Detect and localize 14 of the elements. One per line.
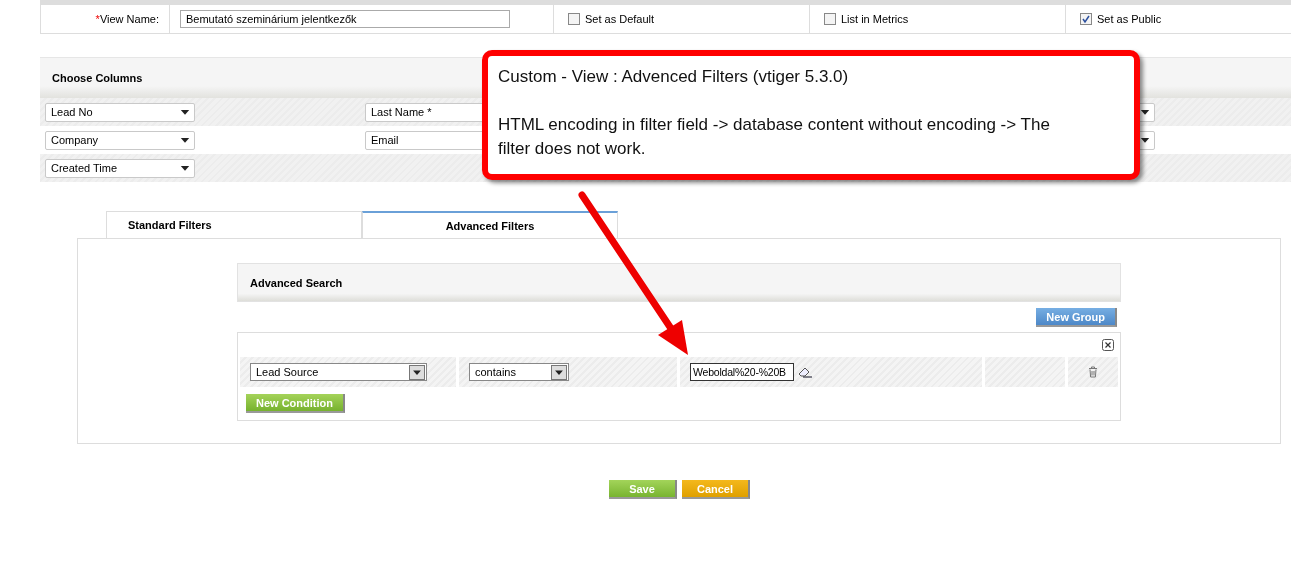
section-title: Advanced Search (249, 276, 343, 289)
select-value: Lead No (50, 106, 94, 118)
select-value: Email (370, 134, 400, 146)
checkbox-label: Set as Default (585, 13, 655, 25)
callout-title: Custom - View : Advenced Filters (vtiger 5.3.0) (498, 66, 850, 88)
select-value: Last Name * (370, 106, 433, 118)
checkbox-label: Set as Public (1097, 13, 1162, 25)
section-title: Choose Columns (51, 72, 143, 84)
checkbox-label: List in Metrics (841, 13, 909, 25)
select-value: contains (474, 366, 517, 378)
select-value: Created Time (50, 162, 119, 174)
select-value: Company (50, 134, 100, 146)
select-value: Lead Source (255, 366, 320, 378)
field-label: *View Name: (95, 13, 159, 25)
